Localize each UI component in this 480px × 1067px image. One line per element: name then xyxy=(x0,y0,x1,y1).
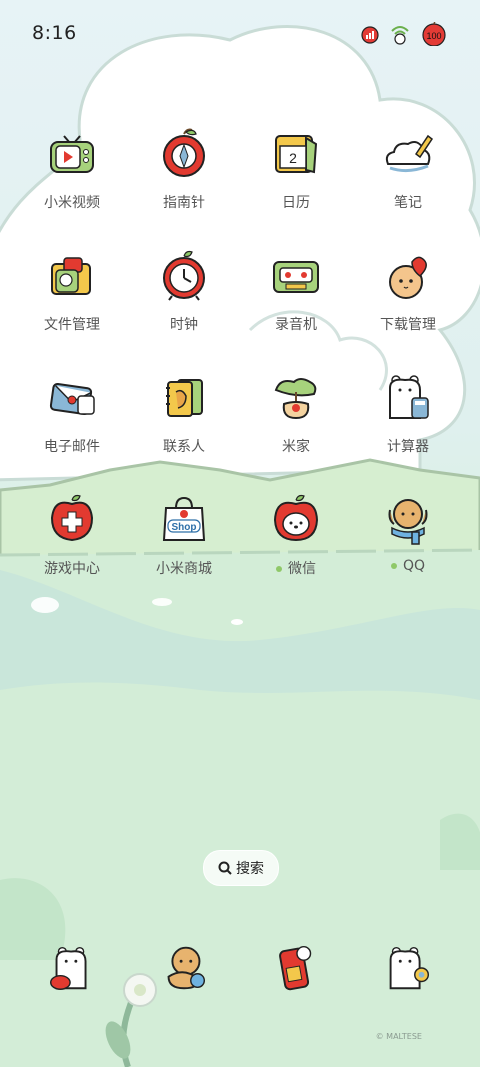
status-bar: 8:16 100 xyxy=(0,0,480,64)
app-label: 微信 xyxy=(240,558,352,578)
dog-ball-icon xyxy=(167,946,206,990)
app-label: 笔记 xyxy=(394,195,422,211)
bear-phone-icon xyxy=(50,946,87,990)
calendar-day: 2 xyxy=(289,150,297,166)
app-compass[interactable]: 指南针 xyxy=(128,118,240,228)
wifi-dog-icon xyxy=(391,26,409,45)
app-label: 指南针 xyxy=(163,195,205,211)
new-dot xyxy=(276,566,282,572)
app-label: QQ xyxy=(352,558,464,574)
status-time: 8:16 xyxy=(32,22,77,44)
dog-apple-icon xyxy=(273,494,319,542)
app-wechat[interactable]: 微信 xyxy=(240,484,352,594)
app-game-center[interactable]: 游戏中心 xyxy=(16,484,128,594)
game-apple-icon xyxy=(50,494,94,542)
app-label: 联系人 xyxy=(163,439,205,455)
apple-clock-icon xyxy=(163,250,205,301)
app-download-manager[interactable]: 下载管理 xyxy=(352,240,464,350)
wallpaper-credit: © MALTESE xyxy=(375,1032,422,1041)
app-label: 游戏中心 xyxy=(44,561,100,577)
search-button[interactable]: 搜索 xyxy=(203,850,279,886)
app-xiaomi-video[interactable]: 小米视频 xyxy=(16,118,128,228)
app-label: 米家 xyxy=(282,439,310,455)
contacts-book-icon xyxy=(166,379,203,417)
plant-icon xyxy=(274,378,317,420)
dock-browser[interactable] xyxy=(240,932,352,1002)
shop-bag-icon: Shop xyxy=(162,496,206,541)
app-recorder[interactable]: 录音机 xyxy=(240,240,352,350)
apple-phone-icon xyxy=(279,945,312,991)
search-label: 搜索 xyxy=(236,861,264,877)
signal-apple-icon xyxy=(361,26,379,44)
app-label: 计算器 xyxy=(387,439,429,455)
dock-camera[interactable] xyxy=(352,932,464,1002)
app-label: 录音机 xyxy=(275,317,317,333)
tv-icon xyxy=(50,135,94,173)
shop-badge: Shop xyxy=(172,522,197,533)
app-label: 电子邮件 xyxy=(44,439,100,455)
app-email[interactable]: 电子邮件 xyxy=(16,362,128,472)
app-notes[interactable]: 笔记 xyxy=(352,118,464,228)
dog-heart-icon xyxy=(389,256,427,299)
calendar-icon: 2 xyxy=(275,135,318,174)
app-qq[interactable]: QQ xyxy=(352,484,464,594)
app-clock[interactable]: 时钟 xyxy=(128,240,240,350)
battery-level: 100 xyxy=(426,31,441,41)
status-icons: 100 xyxy=(360,22,448,46)
new-dot xyxy=(390,563,397,569)
dock-messages[interactable] xyxy=(128,932,240,1002)
bear-calculator-icon xyxy=(389,375,429,419)
folder-icon xyxy=(51,257,91,295)
cloud-pencil-icon xyxy=(385,134,434,173)
app-file-manager[interactable]: 文件管理 xyxy=(16,240,128,350)
app-calculator[interactable]: 计算器 xyxy=(352,362,464,472)
envelope-icon xyxy=(49,382,95,416)
search-icon xyxy=(218,861,232,875)
bear-camera-icon xyxy=(389,946,430,990)
cassette-icon xyxy=(273,261,319,293)
app-mijia[interactable]: 米家 xyxy=(240,362,352,472)
app-label: 小米商城 xyxy=(156,561,212,577)
app-label: 日历 xyxy=(282,195,310,211)
app-label: 文件管理 xyxy=(44,317,100,333)
app-xiaomi-mall[interactable]: Shop 小米商城 xyxy=(128,484,240,594)
dock xyxy=(16,932,464,1002)
dock-phone[interactable] xyxy=(16,932,128,1002)
app-contacts[interactable]: 联系人 xyxy=(128,362,240,472)
dog-scarf-icon xyxy=(388,499,428,545)
battery-apple-icon: 100 xyxy=(422,22,446,46)
compass-apple-icon xyxy=(163,128,205,177)
app-label: 时钟 xyxy=(170,317,198,333)
app-calendar[interactable]: 2 日历 xyxy=(240,118,352,228)
app-label: 下载管理 xyxy=(380,317,436,333)
app-label: 小米视频 xyxy=(44,195,100,211)
